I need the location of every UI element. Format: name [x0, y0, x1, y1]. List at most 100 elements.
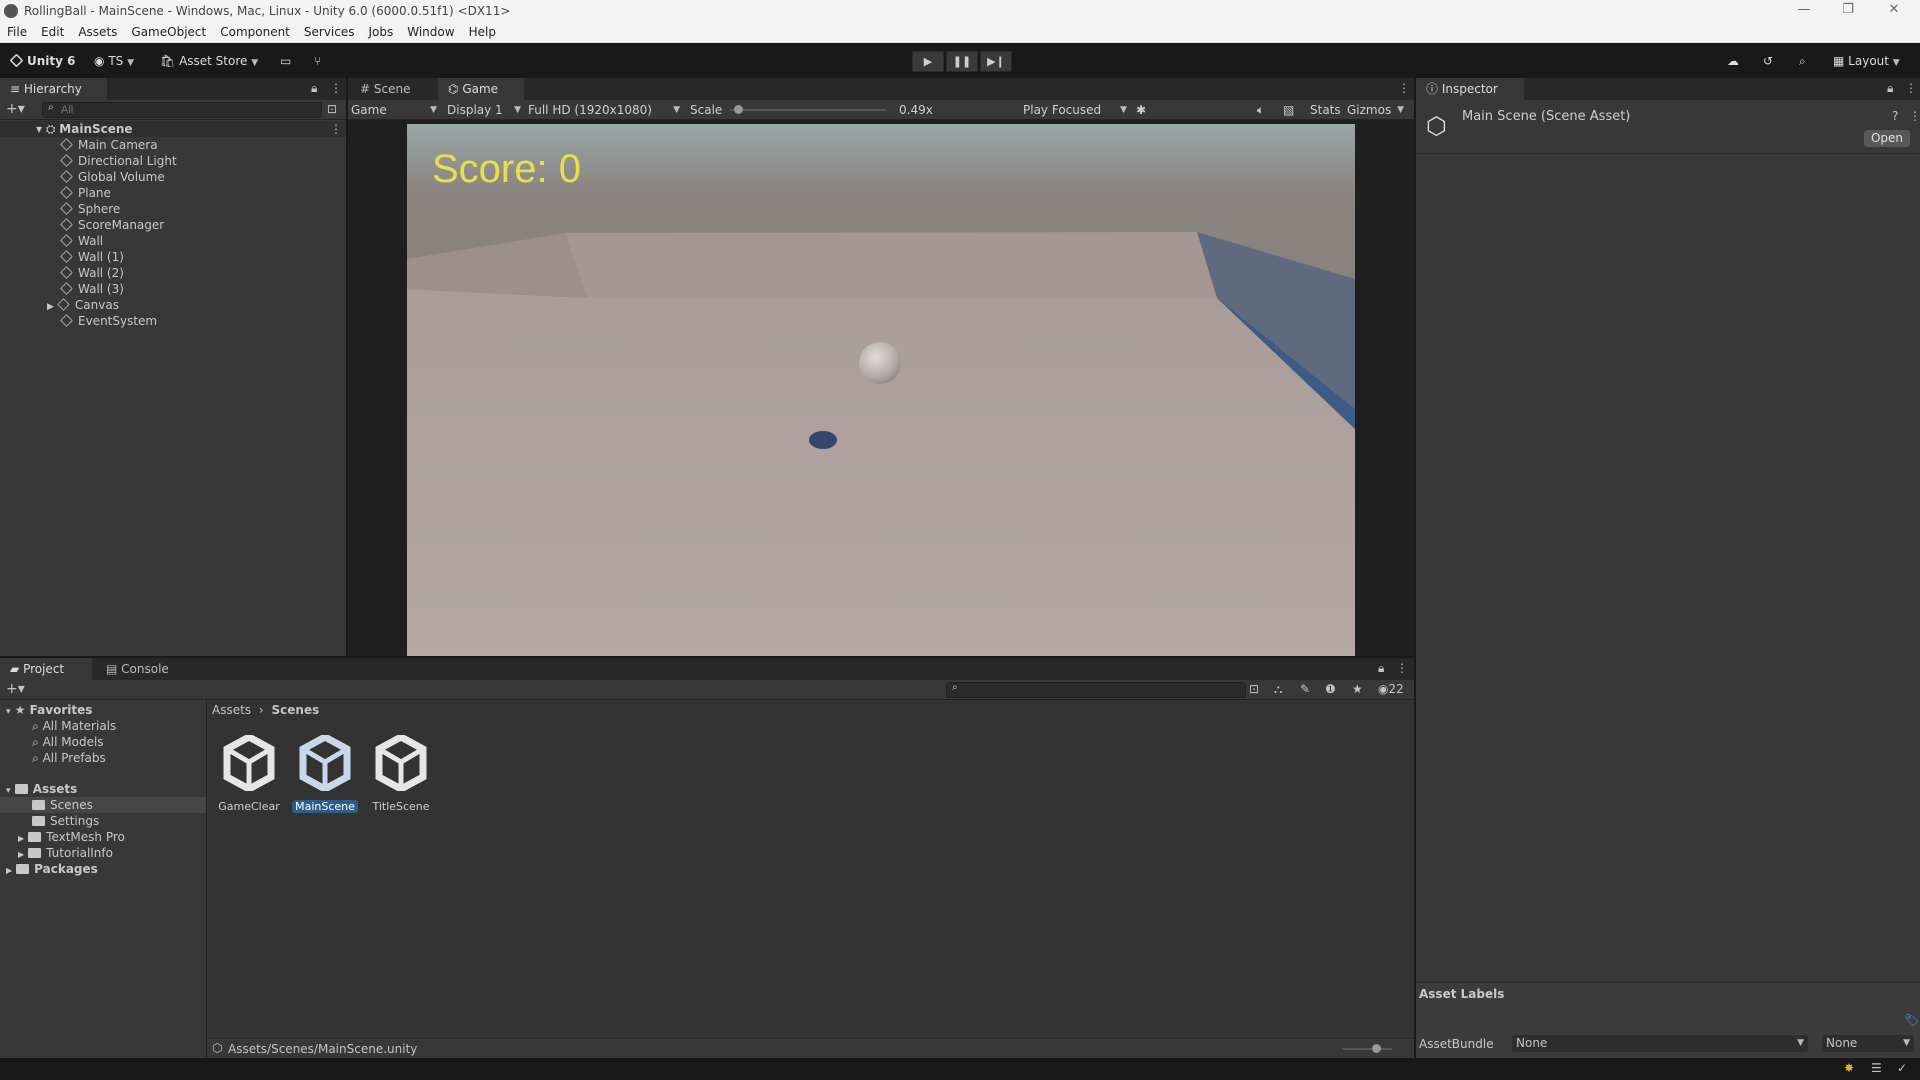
pause-button[interactable]: ❚❚	[946, 51, 978, 72]
hierarchy-item[interactable]: Wall (1)	[60, 249, 124, 265]
help-icon[interactable]: ?	[1892, 109, 1898, 123]
lock-icon[interactable]: 🔒︎	[311, 81, 317, 96]
create-dropdown[interactable]: +▾	[6, 681, 25, 697]
unity-version-button[interactable]: Unity 6	[9, 51, 76, 71]
tab-project[interactable]: ▰ Project	[0, 658, 92, 680]
tab-inspector[interactable]: ⓘ Inspector	[1416, 78, 1524, 100]
scale-slider-track[interactable]	[730, 109, 886, 111]
hidden-packages-toggle[interactable]: ◉22	[1378, 682, 1404, 696]
assetbundle-dropdown[interactable]: None ▼	[1512, 1035, 1808, 1052]
resolution-dropdown[interactable]: Full HD (1920x1080) ▼	[528, 100, 680, 120]
log-warnings-icon[interactable]: ❶	[1325, 682, 1336, 696]
check-circle-icon[interactable]: ✓	[1897, 1061, 1907, 1075]
package-icon[interactable]: ▭	[280, 51, 291, 71]
menu-services[interactable]: Services	[297, 25, 362, 39]
folder-row[interactable]: ▶ TextMesh Pro	[18, 829, 125, 845]
hierarchy-item[interactable]: ScoreManager	[60, 217, 164, 233]
game-canvas[interactable]: Score: 0	[407, 124, 1355, 656]
folder-row-scenes[interactable]: Scenes	[0, 797, 206, 813]
hierarchy-item[interactable]: EventSystem	[60, 313, 157, 329]
assets-root-row[interactable]: ▾ Assets	[6, 781, 77, 797]
menu-jobs[interactable]: Jobs	[362, 25, 401, 39]
mute-audio-icon[interactable]: 🔈︎	[1257, 100, 1264, 120]
frame-debug-icon[interactable]: ▧	[1283, 100, 1294, 120]
project-search-input[interactable]	[946, 682, 1246, 698]
asset-tile[interactable]: GameClear	[213, 733, 285, 813]
folder-row[interactable]: ▶ TutorialInfo	[18, 845, 113, 861]
hierarchy-item[interactable]: Sphere	[60, 201, 120, 217]
zoom-slider-track[interactable]	[1342, 1048, 1392, 1050]
chevron-right-icon[interactable]: ▶	[18, 850, 24, 859]
folder-row[interactable]: Settings	[32, 813, 99, 829]
hierarchy-item[interactable]: Wall	[60, 233, 103, 249]
zoom-slider-handle[interactable]	[1372, 1044, 1381, 1053]
kebab-menu-icon[interactable]: ⋮	[330, 121, 342, 137]
menu-edit[interactable]: Edit	[34, 25, 71, 39]
menu-help[interactable]: Help	[462, 25, 503, 39]
search-icon[interactable]: ⌕	[1799, 51, 1806, 71]
search-by-type-icon[interactable]: ⊡	[1249, 682, 1259, 696]
tab-console[interactable]: ▤ Console	[96, 658, 186, 680]
asset-tile[interactable]: TitleScene	[365, 733, 437, 813]
menu-component[interactable]: Component	[213, 25, 297, 39]
packages-row[interactable]: ▶ Packages	[6, 861, 98, 877]
chevron-right-icon[interactable]: ▶	[47, 302, 54, 312]
search-by-label-icon[interactable]: ⛬	[1274, 682, 1282, 697]
gizmos-dropdown[interactable]: Gizmos ▼	[1347, 100, 1404, 120]
label-tag-icon[interactable]: ✎	[1300, 682, 1310, 696]
hierarchy-item[interactable]: ▶ Canvas	[47, 297, 119, 313]
open-button[interactable]: Open	[1864, 130, 1910, 147]
layers-icon[interactable]: ☰	[1871, 1061, 1882, 1075]
asset-tile-selected[interactable]: MainScene	[289, 733, 361, 813]
kebab-menu-icon[interactable]: ⋮	[1396, 661, 1408, 675]
hierarchy-item[interactable]: Main Camera	[60, 137, 158, 153]
kebab-menu-icon[interactable]: ⋮	[1909, 109, 1920, 123]
progress-bug-icon[interactable]: ✸	[1844, 1061, 1854, 1075]
scene-row[interactable]: ▾ ⛭ MainScene ⋮	[0, 121, 346, 137]
play-mode-dropdown[interactable]: Play Focused ▼	[1023, 100, 1127, 120]
version-control-icon[interactable]: ⑂	[314, 51, 321, 71]
bug-icon[interactable]: ✱	[1136, 100, 1146, 120]
hierarchy-item[interactable]: Directional Light	[60, 153, 177, 169]
account-dropdown[interactable]: ◉ TS ▼	[94, 51, 134, 71]
minimize-icon[interactable]: —	[1784, 0, 1824, 21]
star-icon[interactable]: ★	[1352, 682, 1363, 696]
step-button[interactable]: ▶❙	[980, 51, 1012, 72]
breadcrumb-assets[interactable]: Assets	[212, 703, 251, 717]
scale-slider-handle[interactable]	[733, 105, 743, 114]
tag-icon[interactable]: 🏷︎	[1904, 1013, 1919, 1027]
kebab-menu-icon[interactable]: ⋮	[1905, 81, 1917, 95]
play-button[interactable]: ▶	[912, 51, 944, 72]
close-icon[interactable]: ✕	[1874, 0, 1914, 21]
assetbundle-variant-dropdown[interactable]: None ▼	[1822, 1035, 1914, 1052]
menu-assets[interactable]: Assets	[71, 25, 124, 39]
tab-scene[interactable]: # Scene	[350, 78, 436, 100]
add-dropdown[interactable]: +▾	[6, 101, 25, 117]
lock-icon[interactable]: 🔒︎	[1887, 81, 1893, 96]
favorite-item[interactable]: ⌕ All Prefabs	[32, 750, 106, 766]
scene-visibility-icon[interactable]: ⊡	[327, 102, 337, 116]
menu-gameobject[interactable]: GameObject	[124, 25, 213, 39]
hierarchy-item[interactable]: Wall (3)	[60, 281, 124, 297]
lock-icon[interactable]: 🔒︎	[1378, 661, 1384, 676]
stats-button[interactable]: Stats	[1310, 100, 1341, 120]
tab-game[interactable]: ⌬ Game	[438, 78, 524, 100]
kebab-menu-icon[interactable]: ⋮	[330, 81, 342, 95]
display-dropdown[interactable]: Display 1 ▼	[447, 100, 521, 120]
kebab-menu-icon[interactable]: ⋮	[1398, 81, 1410, 95]
cloud-icon[interactable]: ☁	[1727, 51, 1739, 71]
game-mode-dropdown[interactable]: Game ▼	[351, 100, 437, 120]
favorite-item[interactable]: ⌕ All Models	[32, 734, 104, 750]
layout-dropdown[interactable]: ▦ Layout ▼	[1833, 51, 1900, 71]
chevron-right-icon[interactable]: ▶	[18, 834, 24, 843]
undo-history-icon[interactable]: ↺	[1763, 51, 1773, 71]
favorite-item[interactable]: ⌕ All Materials	[32, 718, 116, 734]
menu-window[interactable]: Window	[400, 25, 461, 39]
tab-hierarchy[interactable]: ≡ Hierarchy	[0, 78, 107, 100]
hierarchy-item[interactable]: Plane	[60, 185, 111, 201]
restore-icon[interactable]: ❐	[1828, 0, 1868, 21]
hierarchy-search-input[interactable]	[42, 102, 322, 118]
chevron-right-icon[interactable]: ▶	[6, 866, 12, 875]
menu-file[interactable]: File	[0, 25, 34, 39]
hierarchy-item[interactable]: Wall (2)	[60, 265, 124, 281]
